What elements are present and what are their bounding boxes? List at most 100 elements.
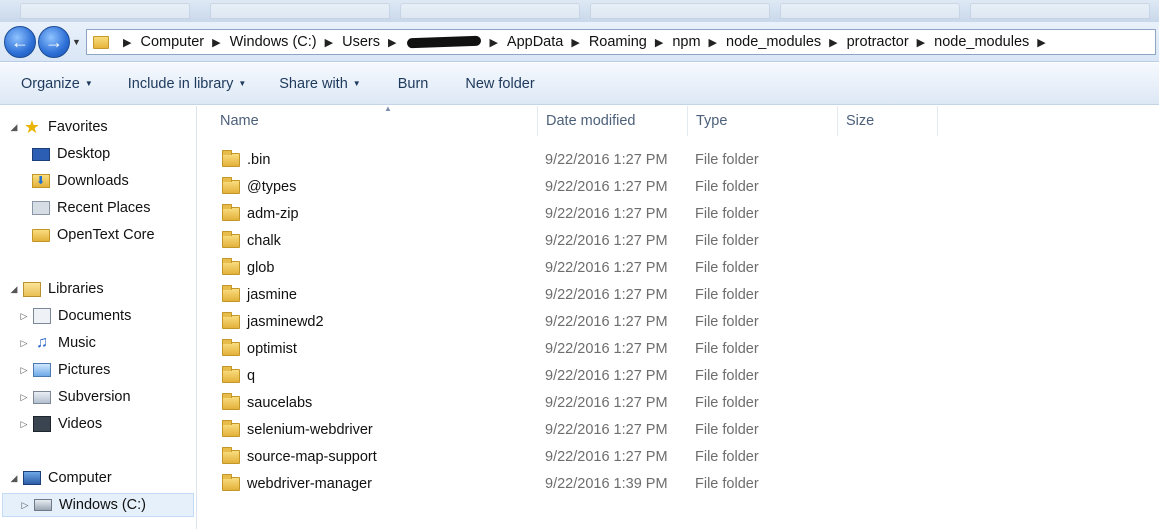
expand-triangle-icon[interactable]: ▷ [18,419,30,430]
file-name: saucelabs [247,395,313,411]
nav-item-subversion[interactable]: ▷ Subversion [18,386,131,408]
organize-menu[interactable]: Organize ▼ [21,76,93,92]
expand-triangle-icon[interactable]: ▷ [18,311,30,322]
background-tab-strip [0,0,1159,22]
breadcrumb-roaming[interactable]: Roaming [589,34,647,50]
nav-item-recent-places[interactable]: Recent Places [32,197,151,219]
breadcrumb-users[interactable]: Users [342,34,380,50]
expand-triangle-icon[interactable]: ▷ [18,338,30,349]
file-type: File folder [695,422,759,438]
breadcrumb-node-modules[interactable]: node_modules [726,34,821,50]
nav-item-opentext-core[interactable]: OpenText Core [32,224,155,246]
file-date: 9/22/2016 1:27 PM [545,314,668,330]
nav-item-pictures[interactable]: ▷ Pictures [18,359,111,381]
table-row[interactable]: selenium-webdriver 9/22/2016 1:27 PM Fil… [222,418,922,442]
collapse-triangle-icon[interactable]: ◢ [8,473,20,484]
breadcrumb-appdata[interactable]: AppData [507,34,563,50]
folder-icon [93,35,109,49]
include-in-library-menu[interactable]: Include in library ▼ [128,76,247,92]
expand-triangle-icon[interactable]: ▷ [18,392,30,403]
column-header-name[interactable]: Name ▲ [212,104,538,136]
organize-label: Organize [21,75,80,92]
file-type: File folder [695,449,759,465]
table-row[interactable]: webdriver-manager 9/22/2016 1:39 PM File… [222,472,922,496]
table-row[interactable]: @types 9/22/2016 1:27 PM File folder [222,175,922,199]
table-row[interactable]: .bin 9/22/2016 1:27 PM File folder [222,148,922,172]
file-name: webdriver-manager [247,476,372,492]
recent-pages-dropdown[interactable]: ▼ [72,37,81,47]
share-with-label: Share with [279,75,348,92]
expand-triangle-icon[interactable]: ▷ [18,365,30,376]
column-header-type[interactable]: Type [688,106,838,136]
nav-computer[interactable]: ◢ Computer [8,467,112,489]
table-row[interactable]: saucelabs 9/22/2016 1:27 PM File folder [222,391,922,415]
back-button[interactable]: ← [4,26,36,58]
breadcrumb-separator-icon[interactable]: ▶ [571,36,579,49]
nav-item-label: OpenText Core [57,227,155,243]
file-date: 9/22/2016 1:27 PM [545,287,668,303]
nav-item-music[interactable]: ▷ ♫ Music [18,332,96,354]
breadcrumb-separator-icon[interactable]: ▶ [829,36,837,49]
table-row[interactable]: chalk 9/22/2016 1:27 PM File folder [222,229,922,253]
table-row[interactable]: adm-zip 9/22/2016 1:27 PM File folder [222,202,922,226]
breadcrumb-separator-icon[interactable]: ▶ [212,36,220,49]
folder-icon [222,339,240,356]
folder-icon [222,204,240,221]
nav-item-desktop[interactable]: Desktop [32,143,110,165]
share-with-menu[interactable]: Share with ▼ [279,76,360,92]
redacted-username [407,35,482,49]
address-row: ← → ▼ ▶ Computer ▶ Windows (C:) ▶ Users … [0,22,1159,62]
nav-item-windows-c[interactable]: ▷ Windows (C:) [2,493,194,517]
file-date: 9/22/2016 1:27 PM [545,152,668,168]
collapse-triangle-icon[interactable]: ◢ [8,284,20,295]
breadcrumb-protractor[interactable]: protractor [847,34,909,50]
downloads-icon [32,174,50,188]
breadcrumb-separator-icon[interactable]: ▶ [489,36,497,49]
new-folder-button[interactable]: New folder [465,76,534,92]
collapse-triangle-icon[interactable]: ◢ [8,122,20,133]
nav-item-label: Documents [58,308,132,324]
breadcrumb-computer[interactable]: Computer [140,34,204,50]
folder-icon [222,420,240,437]
nav-item-downloads[interactable]: Downloads [32,170,129,192]
folder-icon [222,177,240,194]
breadcrumb-separator-icon[interactable]: ▶ [917,36,925,49]
expand-triangle-icon[interactable]: ▷ [19,500,31,511]
column-header-size[interactable]: Size [838,106,938,136]
desktop-icon [32,147,50,161]
forward-button[interactable]: → [38,26,70,58]
nav-item-documents[interactable]: ▷ Documents [18,305,131,327]
breadcrumb-separator-icon[interactable]: ▶ [123,36,131,49]
nav-libraries[interactable]: ◢ Libraries [8,278,104,300]
table-row[interactable]: optimist 9/22/2016 1:27 PM File folder [222,337,922,361]
table-row[interactable]: jasminewd2 9/22/2016 1:27 PM File folder [222,310,922,334]
pictures-icon [33,363,51,377]
address-bar[interactable]: ▶ Computer ▶ Windows (C:) ▶ Users ▶ ▶ Ap… [86,29,1156,55]
burn-button[interactable]: Burn [398,76,429,92]
nav-item-label: Music [58,335,96,351]
breadcrumb-separator-icon[interactable]: ▶ [709,36,717,49]
sort-ascending-icon: ▲ [384,104,392,113]
nav-favorites[interactable]: ◢ ★ Favorites [8,116,108,138]
column-header-date-modified[interactable]: Date modified [538,106,688,136]
folder-icon [222,393,240,410]
file-type: File folder [695,179,759,195]
favorites-label: Favorites [48,119,108,135]
breadcrumb-separator-icon[interactable]: ▶ [325,36,333,49]
include-in-library-label: Include in library [127,75,234,92]
breadcrumb-separator-icon[interactable]: ▶ [1037,36,1045,49]
table-row[interactable]: source-map-support 9/22/2016 1:27 PM Fil… [222,445,922,469]
breadcrumb-separator-icon[interactable]: ▶ [388,36,396,49]
file-type: File folder [695,476,759,492]
breadcrumb-npm[interactable]: npm [672,34,700,50]
table-row[interactable]: q 9/22/2016 1:27 PM File folder [222,364,922,388]
nav-item-videos[interactable]: ▷ Videos [18,413,102,435]
breadcrumb-windows-c[interactable]: Windows (C:) [230,34,317,50]
computer-icon [23,471,41,485]
back-arrow-icon: ← [11,32,29,52]
table-row[interactable]: glob 9/22/2016 1:27 PM File folder [222,256,922,280]
breadcrumb-separator-icon[interactable]: ▶ [655,36,663,49]
file-date: 9/22/2016 1:27 PM [545,368,668,384]
breadcrumb-node-modules-current[interactable]: node_modules [934,34,1029,50]
table-row[interactable]: jasmine 9/22/2016 1:27 PM File folder [222,283,922,307]
